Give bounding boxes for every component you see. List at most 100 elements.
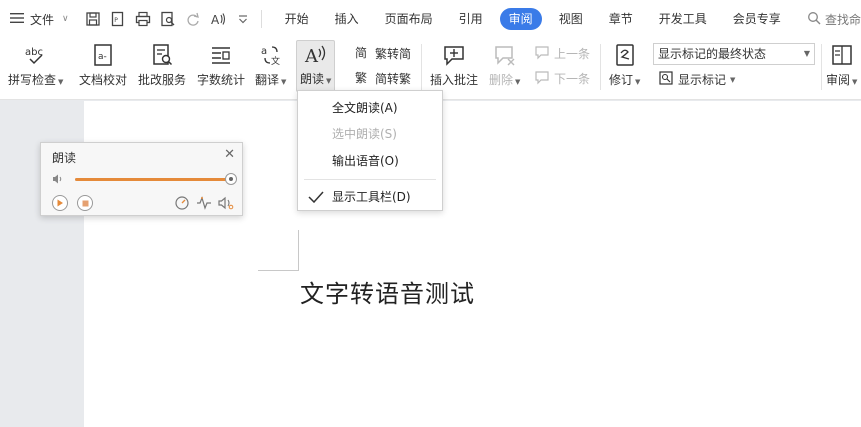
word-count-icon [208, 42, 234, 68]
volume-slider-fill [75, 178, 231, 181]
trad-to-simp-icon: 简 [355, 44, 371, 63]
menu-item-label: 全文朗读(A) [332, 101, 398, 115]
menu-item-read-selection[interactable]: 选中朗读(S) [298, 121, 442, 147]
show-markup-button[interactable]: 显示标记 ▼ [658, 70, 735, 89]
svg-text:A: A [211, 13, 220, 27]
tab-sections[interactable]: 章节 [596, 8, 646, 30]
delete-comment-label: 删除 [489, 73, 514, 87]
insert-comment-button[interactable]: 插入批注 [430, 42, 478, 88]
tab-home[interactable]: 开始 [272, 8, 322, 30]
trad-to-simp-button[interactable]: 简 繁转简 [355, 44, 411, 63]
prev-comment-button[interactable]: 上一条 [534, 44, 590, 63]
doc-proof-button[interactable]: a- 文档校对 [79, 42, 127, 88]
read-aloud-label: 朗读 [300, 72, 325, 86]
doc-proof-icon: a- [90, 42, 116, 68]
simp-to-trad-icon: 繁 [355, 69, 371, 88]
stop-icon [82, 200, 88, 206]
volume-slider[interactable] [75, 173, 237, 185]
dropdown-arrow-icon: ▼ [852, 78, 858, 86]
ribbon-tabs: 开始 插入 页面布局 引用 审阅 视图 章节 开发工具 会员专享 [272, 8, 794, 30]
spellcheck-label: 拼写检查 [8, 73, 57, 87]
read-aloud-icon: A [303, 41, 329, 67]
search-box[interactable]: 查找命 [807, 11, 861, 28]
chevron-down-icon: ∨ [62, 14, 69, 24]
svg-text:a: a [261, 46, 267, 57]
tab-member[interactable]: 会员专享 [720, 8, 794, 30]
review-pane-icon [829, 42, 855, 68]
margin-corner-mark [258, 270, 299, 271]
search-label: 查找命 [824, 13, 861, 27]
ribbon-divider [421, 44, 422, 90]
tab-developer[interactable]: 开发工具 [646, 8, 720, 30]
revise-button[interactable]: 修订 ▼ [609, 42, 640, 88]
correction-service-button[interactable]: 批改服务 [138, 42, 186, 88]
next-comment-label: 下一条 [554, 72, 591, 86]
read-aloud-dropdown-menu: 全文朗读(A) 选中朗读(S) 输出语音(O) 显示工具栏(D) [297, 90, 443, 211]
menu-item-label: 显示工具栏(D) [332, 190, 411, 204]
svg-text:简: 简 [355, 46, 367, 60]
next-comment-button[interactable]: 下一条 [534, 69, 590, 88]
tab-page-layout[interactable]: 页面布局 [372, 8, 446, 30]
dropdown-arrow-icon: ▼ [281, 78, 287, 86]
read-aloud-panel-title: 朗读 [52, 151, 77, 165]
insert-comment-icon [441, 42, 467, 68]
read-aloud-button[interactable]: A 朗读 ▼ [296, 40, 336, 92]
word-count-button[interactable]: 字数统计 [197, 42, 245, 88]
tab-references[interactable]: 引用 [446, 8, 496, 30]
volume-icon [52, 173, 64, 185]
save-icon[interactable] [85, 11, 101, 27]
ribbon-divider [600, 44, 601, 90]
prev-comment-label: 上一条 [554, 47, 591, 61]
translate-icon: a文 [258, 42, 284, 68]
review-pane-button[interactable]: 审阅 ▼ [826, 42, 857, 88]
document-text[interactable]: 文字转语音测试 [300, 274, 475, 309]
delete-comment-button[interactable]: 删除 ▼ [489, 42, 520, 88]
hamburger-icon [10, 12, 24, 27]
dropdown-arrow-icon: ▼ [326, 77, 332, 85]
review-pane-label: 审阅 [826, 73, 851, 87]
svg-text:文: 文 [271, 55, 280, 67]
menu-divider [304, 179, 436, 180]
revise-label: 修订 [609, 73, 634, 87]
read-aloud-quick-icon[interactable]: A [210, 11, 226, 27]
checkmark-icon [308, 191, 324, 203]
track-changes-icon [612, 42, 638, 68]
margin-corner-mark [298, 230, 299, 270]
dropdown-arrow-icon: ▼ [730, 75, 736, 84]
menu-item-label: 选中朗读(S) [332, 127, 397, 141]
simp-to-trad-label: 简转繁 [375, 72, 412, 86]
svg-text:繁: 繁 [355, 70, 367, 85]
customize-toolbar-icon[interactable] [235, 11, 251, 27]
volume-slider-thumb[interactable] [225, 173, 237, 185]
redo-icon[interactable] [185, 11, 201, 27]
svg-text:A: A [304, 46, 319, 66]
tab-review[interactable]: 审阅 [499, 8, 542, 30]
file-menu-button[interactable]: 文件 ∨ [10, 11, 69, 28]
menu-item-show-toolbar[interactable]: 显示工具栏(D) [298, 184, 442, 210]
translate-button[interactable]: a文 翻译 ▼ [255, 42, 286, 88]
tab-view[interactable]: 视图 [546, 8, 596, 30]
read-aloud-panel: 朗读 ✕ [40, 142, 243, 216]
stop-button[interactable] [77, 195, 93, 211]
print-preview-icon[interactable] [160, 11, 176, 27]
prev-comment-icon [534, 44, 550, 63]
menu-item-read-all[interactable]: 全文朗读(A) [298, 95, 442, 121]
print-icon[interactable] [135, 11, 151, 27]
ribbon-divider [821, 44, 822, 90]
export-pdf-icon[interactable]: P [110, 11, 126, 27]
play-icon [57, 199, 63, 207]
close-icon[interactable]: ✕ [224, 147, 235, 162]
translate-label: 翻译 [255, 73, 280, 87]
voice-wave-icon[interactable] [196, 195, 212, 211]
play-button[interactable] [52, 195, 68, 211]
markup-display-select[interactable]: 显示标记的最终状态 ▼ [653, 43, 815, 65]
show-markup-label: 显示标记 [678, 73, 727, 87]
spellcheck-button[interactable]: abc 拼写检查 ▼ [8, 42, 63, 88]
speed-gauge-icon[interactable] [174, 195, 190, 211]
tab-insert[interactable]: 插入 [322, 8, 372, 30]
menubar-divider [260, 10, 262, 28]
menu-item-export-audio[interactable]: 输出语音(O) [298, 148, 442, 174]
voice-settings-icon[interactable] [218, 195, 234, 211]
simp-to-trad-button[interactable]: 繁 简转繁 [355, 69, 411, 88]
menu-bar: 文件 ∨ P A 开始 插入 页面布局 引用 审阅 视图 章节 开发工具 会员专… [0, 0, 861, 38]
